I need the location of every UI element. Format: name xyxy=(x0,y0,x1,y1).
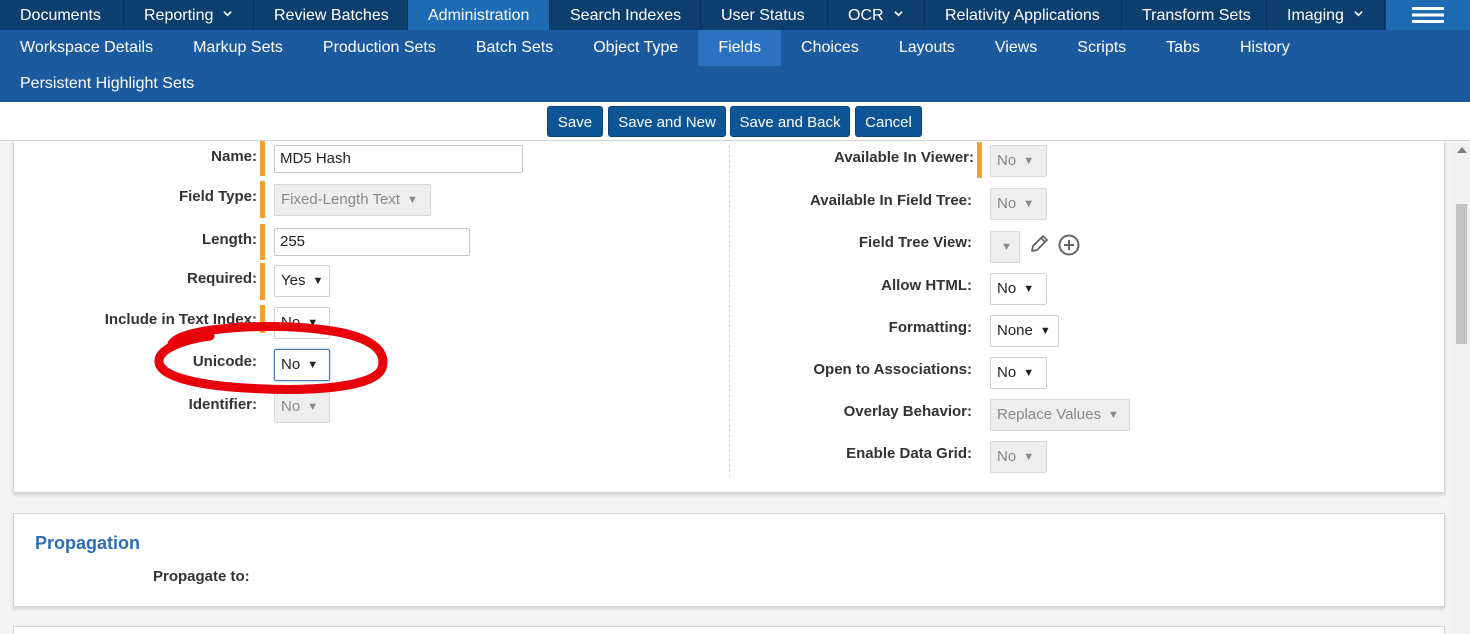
tab-reporting[interactable]: Reporting xyxy=(124,0,254,30)
propagate-to-label: Propagate to: xyxy=(153,568,250,585)
field-type-label: Field Type: xyxy=(178,188,257,205)
required-marker xyxy=(260,181,265,218)
subtab-layouts[interactable]: Layouts xyxy=(879,30,975,66)
add-circle-icon[interactable] xyxy=(1057,233,1081,257)
identifier-label: Identifier: xyxy=(188,396,257,413)
include-text-index-select[interactable]: No ▼ xyxy=(274,307,330,339)
dropdown-arrow-icon: ▼ xyxy=(1107,409,1119,421)
dropdown-arrow-icon: ▼ xyxy=(312,275,324,287)
chevron-down-icon xyxy=(223,10,233,16)
required-marker xyxy=(977,142,982,178)
required-marker xyxy=(260,263,265,300)
sub-navigation: Workspace Details Markup Sets Production… xyxy=(0,30,1470,102)
subtab-workspace-details[interactable]: Workspace Details xyxy=(0,30,173,66)
subtab-scripts[interactable]: Scripts xyxy=(1057,30,1146,66)
field-tree-view-label: Field Tree View: xyxy=(858,234,972,251)
dropdown-arrow-icon: ▼ xyxy=(1023,155,1035,167)
subtab-persistent-highlight-sets[interactable]: Persistent Highlight Sets xyxy=(0,66,214,102)
dropdown-arrow-icon: ▼ xyxy=(1023,367,1035,379)
identifier-select: No ▼ xyxy=(274,391,330,423)
tab-documents[interactable]: Documents xyxy=(0,0,124,30)
dropdown-arrow-icon: ▼ xyxy=(1023,451,1035,463)
action-toolbar: Save Save and New Save and Back Cancel xyxy=(0,102,1470,141)
tab-administration[interactable]: Administration xyxy=(408,0,550,30)
scroll-up-icon[interactable] xyxy=(1457,147,1467,153)
available-in-field-tree-select: No ▼ xyxy=(990,188,1047,220)
scrollbar-thumb[interactable] xyxy=(1456,204,1467,344)
dropdown-arrow-icon: ▼ xyxy=(1001,241,1012,253)
available-in-viewer-label: Available In Viewer: xyxy=(833,149,974,166)
subtab-tabs[interactable]: Tabs xyxy=(1146,30,1220,66)
subtab-object-type[interactable]: Object Type xyxy=(573,30,698,66)
length-label: Length: xyxy=(202,231,257,248)
cancel-button[interactable]: Cancel xyxy=(855,106,922,137)
vertical-scrollbar[interactable] xyxy=(1453,141,1470,634)
enable-data-grid-label: Enable Data Grid: xyxy=(846,445,972,462)
subtab-production-sets[interactable]: Production Sets xyxy=(303,30,456,66)
name-label: Name: xyxy=(211,148,257,165)
enable-data-grid-select: No ▼ xyxy=(990,441,1047,473)
subtab-history[interactable]: History xyxy=(1220,30,1310,66)
required-select[interactable]: Yes ▼ xyxy=(274,265,330,297)
tab-imaging[interactable]: Imaging xyxy=(1267,0,1385,30)
required-marker xyxy=(260,141,265,176)
field-tree-view-select: ▼ xyxy=(990,231,1020,263)
required-label: Required: xyxy=(186,270,257,287)
unicode-label: Unicode: xyxy=(192,353,257,370)
formatting-label: Formatting: xyxy=(888,319,972,336)
name-input[interactable]: MD5 Hash xyxy=(274,145,523,173)
available-in-field-tree-label: Available In Field Tree: xyxy=(810,192,972,209)
tab-ocr[interactable]: OCR xyxy=(828,0,925,30)
hamburger-icon xyxy=(1412,7,1444,23)
subtab-choices[interactable]: Choices xyxy=(781,30,879,66)
save-and-back-button[interactable]: Save and Back xyxy=(730,106,850,137)
column-divider xyxy=(729,145,730,477)
chevron-down-icon xyxy=(1354,10,1363,16)
next-panel xyxy=(13,626,1445,634)
main-menu-button[interactable] xyxy=(1386,0,1470,30)
save-button[interactable]: Save xyxy=(547,106,603,137)
required-marker xyxy=(260,305,265,333)
propagation-panel: Propagation Propagate to: xyxy=(13,513,1445,607)
dropdown-arrow-icon: ▼ xyxy=(406,194,418,206)
tab-review-batches[interactable]: Review Batches xyxy=(254,0,408,30)
dropdown-arrow-icon: ▼ xyxy=(1023,283,1035,295)
pencil-icon[interactable] xyxy=(1028,233,1050,255)
dropdown-arrow-icon: ▼ xyxy=(1023,198,1035,210)
unicode-select[interactable]: No ▼ xyxy=(274,349,330,381)
tab-relativity-applications[interactable]: Relativity Applications xyxy=(925,0,1122,30)
subtab-batch-sets[interactable]: Batch Sets xyxy=(456,30,573,66)
subtab-fields[interactable]: Fields xyxy=(698,30,782,66)
subtab-views[interactable]: Views xyxy=(975,30,1057,66)
field-type-select: Fixed-Length Text ▼ xyxy=(274,184,431,216)
tab-user-status[interactable]: User Status xyxy=(701,0,828,30)
available-in-viewer-select: No ▼ xyxy=(990,145,1047,177)
dropdown-arrow-icon: ▼ xyxy=(307,317,319,329)
length-input[interactable]: 255 xyxy=(274,228,470,256)
tab-search-indexes[interactable]: Search Indexes xyxy=(550,0,701,30)
top-navigation: Documents Reporting Review Batches Admin… xyxy=(0,0,1470,30)
save-and-new-button[interactable]: Save and New xyxy=(608,106,726,137)
open-to-associations-label: Open to Associations: xyxy=(813,361,972,378)
open-to-associations-select[interactable]: No ▼ xyxy=(990,357,1047,389)
tab-transform-sets[interactable]: Transform Sets xyxy=(1122,0,1267,30)
overlay-behavior-select: Replace Values ▼ xyxy=(990,399,1130,431)
formatting-select[interactable]: None ▼ xyxy=(990,315,1059,347)
chevron-down-icon xyxy=(893,10,903,16)
required-marker xyxy=(260,224,265,260)
propagation-title: Propagation xyxy=(35,533,141,553)
subtab-markup-sets[interactable]: Markup Sets xyxy=(173,30,303,66)
include-text-index-label: Include in Text Index: xyxy=(104,311,257,328)
allow-html-select[interactable]: No ▼ xyxy=(990,273,1047,305)
overlay-behavior-label: Overlay Behavior: xyxy=(843,403,972,420)
dropdown-arrow-icon: ▼ xyxy=(307,359,319,371)
dropdown-arrow-icon: ▼ xyxy=(1039,325,1051,337)
allow-html-label: Allow HTML: xyxy=(881,277,972,294)
dropdown-arrow-icon: ▼ xyxy=(307,401,319,413)
